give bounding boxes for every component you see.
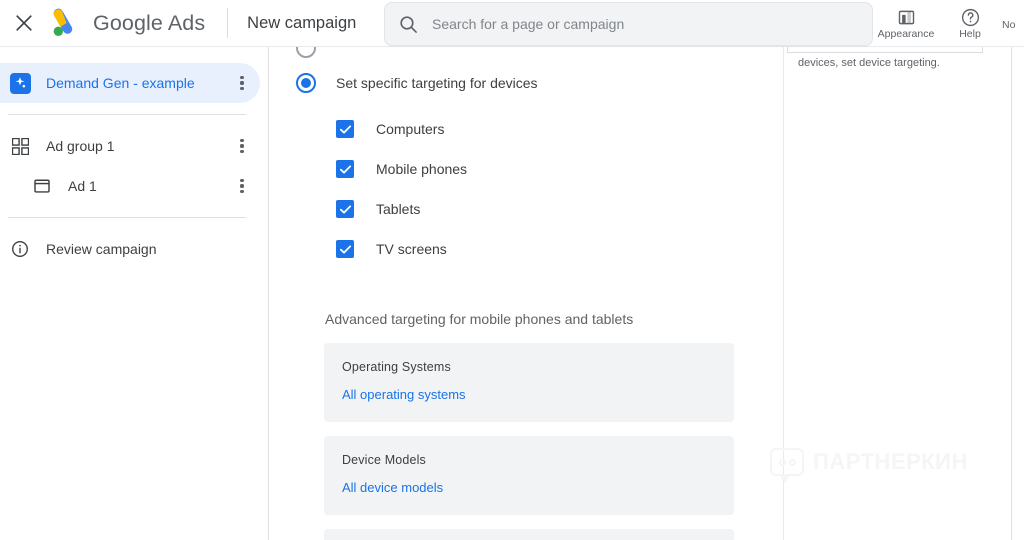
more-options-icon[interactable] [230, 134, 254, 158]
ad-card-icon [30, 174, 54, 198]
top-app-bar: Google Ads New campaign Appearance Help [0, 0, 1024, 47]
notifications-label: No [1002, 18, 1016, 31]
sidebar-divider-1 [8, 114, 246, 115]
card-link[interactable]: All operating systems [342, 387, 466, 402]
radio-label: Set specific targeting for devices [336, 75, 538, 91]
radio-option-above-clipped[interactable] [296, 47, 316, 58]
card-title: Device Models [342, 453, 426, 467]
side-panel-tab[interactable] [787, 47, 983, 53]
sidebar-item-review-campaign[interactable]: Review campaign [0, 229, 260, 269]
device-targeting-panel: Set specific targeting for devices Compu… [269, 47, 783, 540]
card-device-models[interactable]: Device Models All device models [324, 436, 734, 515]
checkbox-label: Computers [376, 121, 445, 137]
appearance-icon [898, 10, 914, 25]
side-panel-text: devices, set device targeting. [798, 57, 940, 69]
google-ads-wordmark: Google Ads [93, 10, 206, 35]
card-title: Operating Systems [342, 360, 451, 374]
info-side-panel: devices, set device targeting. [783, 47, 1012, 540]
checkbox-checked-icon [336, 240, 354, 258]
device-checkbox-group: Computers Mobile phones Tablets TV scree… [336, 109, 467, 269]
checkbox-row-computers[interactable]: Computers [336, 109, 467, 149]
sidebar-item-demand-gen[interactable]: Demand Gen - example [0, 63, 260, 103]
close-button[interactable] [4, 3, 44, 43]
sidebar-item-label: Review campaign [46, 241, 157, 257]
checkbox-row-tablets[interactable]: Tablets [336, 189, 467, 229]
checkbox-checked-icon [336, 120, 354, 138]
card-networks[interactable]: Networks All networks [324, 529, 734, 540]
sidebar-divider-2 [8, 217, 246, 218]
help-icon [961, 8, 979, 26]
google-ads-logo[interactable]: Google Ads [50, 8, 205, 38]
sidebar-item-label: Ad group 1 [46, 138, 115, 154]
more-options-icon[interactable] [230, 71, 254, 95]
checkbox-checked-icon [336, 160, 354, 178]
sidebar-item-ad-1[interactable]: Ad 1 [0, 166, 260, 206]
appearance-button[interactable]: Appearance [874, 0, 938, 47]
help-button[interactable]: Help [938, 0, 1002, 47]
campaign-sidebar: Demand Gen - example Ad group 1 Ad 1 Rev… [0, 47, 268, 540]
search-icon [400, 15, 417, 33]
checkbox-label: Tablets [376, 201, 421, 217]
radio-selected-icon [296, 73, 316, 93]
far-right-gutter [1013, 47, 1024, 540]
sidebar-item-ad-group[interactable]: Ad group 1 [0, 126, 260, 166]
google-ads-logo-icon [53, 8, 73, 36]
appearance-label: Appearance [877, 27, 935, 40]
checkbox-label: TV screens [376, 241, 447, 257]
grid-icon [8, 134, 32, 158]
search-box[interactable] [384, 2, 873, 46]
info-icon [8, 237, 32, 261]
advanced-targeting-heading: Advanced targeting for mobile phones and… [325, 311, 634, 327]
sidebar-item-label: Ad 1 [68, 178, 97, 194]
sparkle-icon [8, 71, 32, 95]
radio-set-specific-targeting[interactable]: Set specific targeting for devices [296, 73, 538, 93]
campaign-title: New campaign [247, 13, 357, 32]
card-link[interactable]: All device models [342, 480, 443, 495]
topbar-actions: Appearance Help No [874, 0, 1024, 47]
help-label: Help [959, 27, 981, 40]
advanced-targeting-cards: Operating Systems All operating systems … [324, 343, 734, 540]
checkbox-row-mobile-phones[interactable]: Mobile phones [336, 149, 467, 189]
header-divider [227, 8, 229, 38]
checkbox-checked-icon [336, 200, 354, 218]
checkbox-row-tv-screens[interactable]: TV screens [336, 229, 467, 269]
sidebar-item-label: Demand Gen - example [46, 75, 195, 91]
card-operating-systems[interactable]: Operating Systems All operating systems [324, 343, 734, 422]
search-input[interactable] [432, 16, 858, 32]
notifications-button[interactable]: No [1002, 15, 1024, 33]
checkbox-label: Mobile phones [376, 161, 468, 177]
close-icon [16, 15, 32, 31]
more-options-icon[interactable] [230, 174, 254, 198]
